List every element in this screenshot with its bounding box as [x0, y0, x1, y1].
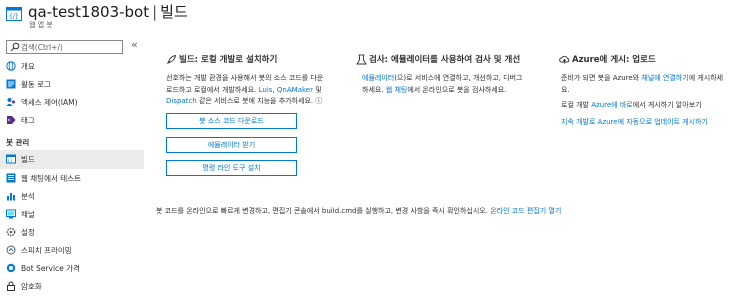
publish-to-azure-link[interactable]: Azure에 바로: [591, 101, 632, 109]
local-dev-text-2: 로드하고 로컬에서 개발하세요.: [166, 85, 257, 94]
sidebar-item-speech-priming[interactable]: 스피치 프라이밍: [0, 241, 144, 260]
resource-name: qa-test1803-bot: [28, 3, 150, 21]
test-title-text: 검사: 에뮬레이터를 사용하여 검사 및 개선: [369, 55, 521, 65]
sidebar-item-label: 설정: [21, 228, 35, 237]
test-card-title: 검사: 에뮬레이터를 사용하여 검사 및 개선: [356, 53, 520, 65]
local-dev-description: 선호하는 개발 환경을 사용해서 봇의 소스 코드를 다운 로드하고 로컬에서 …: [166, 73, 366, 108]
info-icon[interactable]: ⓘ: [315, 97, 322, 105]
sidebar-item-activity-log[interactable]: 활동 로그: [0, 75, 144, 94]
publish-learn-line: 로컬 개발 Azure에 바로에서 게시하기 알아보기: [561, 100, 702, 110]
page-title: qa-test1803-bot | 빌드: [28, 1, 188, 22]
blade-title: 빌드: [160, 3, 188, 21]
publish-text-1: 준비가 되면 봇을 Azure와: [561, 74, 640, 82]
settings-icon: [6, 227, 16, 237]
publish-card-title: Azure에 게시: 업로드: [559, 53, 656, 65]
section-title-bot-management: 봇 관리: [6, 138, 30, 147]
sidebar-item-label: 채널: [21, 210, 35, 219]
sidebar-item-tags[interactable]: 태그: [0, 111, 144, 130]
publish-line2-post: 에서 게시하기 알아보기: [632, 101, 702, 109]
publish-text-2: 에 게시하세: [688, 74, 724, 82]
tag-icon: [7, 116, 16, 124]
sidebar-item-iam[interactable]: 액세스 제어(IAM): [0, 93, 144, 112]
emulator-link[interactable]: 에뮬레이터: [362, 74, 394, 82]
test-tube-icon: [356, 54, 367, 65]
sidebar-item-pricing[interactable]: Bot Service 가격: [0, 259, 144, 278]
sidebar-item-label: 개요: [21, 62, 35, 71]
sidebar-item-encryption[interactable]: 암호화: [0, 277, 144, 296]
web-chat-icon: [6, 173, 16, 183]
sidebar-item-overview[interactable]: 개요: [0, 57, 144, 76]
sidebar-item-channels[interactable]: 채널: [0, 205, 144, 224]
page-header: {/} qa-test1803-bot | 빌드 웹 앱 봇: [0, 0, 743, 36]
analytics-icon: [7, 193, 15, 201]
sidebar-item-label: 활동 로그: [21, 80, 51, 89]
search-icon: [10, 42, 20, 52]
test-text-1: (으)로 서비스에 연결하고, 개선하고, 디버그: [394, 74, 523, 82]
sidebar-item-analytics[interactable]: 분석: [0, 187, 144, 206]
svg-text:{}: {}: [8, 158, 14, 163]
sidebar-item-label: 스피치 프라이밍: [21, 246, 72, 255]
title-separator: |: [152, 3, 158, 21]
search-placeholder: 검색(Ctrl+/): [21, 43, 63, 52]
test-text-2: 하세요.: [362, 85, 384, 94]
sidebar-item-label: 웹 채팅에서 테스트: [21, 174, 81, 183]
iam-icon: [6, 98, 15, 106]
sidebar-item-label: 태그: [21, 116, 35, 125]
sidebar-item-label: Bot Service 가격: [21, 264, 80, 273]
publish-title-text: Azure에 게시: 업로드: [572, 55, 656, 65]
sidebar: 검색(Ctrl+/) « 개요 활동 로그 액세스 제어(IAM) 태그 봇 관…: [0, 36, 144, 300]
qnamaker-link[interactable]: QnAMaker: [277, 86, 313, 94]
local-dev-card-title: 빌드: 로컬 개발로 설치하기: [166, 53, 277, 65]
sidebar-item-build[interactable]: {} 빌드: [0, 150, 144, 169]
sidebar-item-label: 분석: [21, 192, 35, 201]
sidebar-item-web-chat[interactable]: 웹 채팅에서 테스트: [0, 169, 144, 188]
pricing-icon: [6, 263, 16, 273]
test-description: 에뮬레이터(으)로 서비스에 연결하고, 개선하고, 디버그 하세요. 웹 채팅…: [362, 73, 542, 96]
lock-icon: [7, 281, 15, 291]
test-text-3: 에서 온라인으로 봇을 검사하세요.: [407, 85, 507, 94]
luis-link[interactable]: Luis: [259, 86, 273, 94]
resource-type: 웹 앱 봇: [29, 21, 53, 29]
speech-priming-icon: [6, 245, 16, 255]
local-dev-text-1: 선호하는 개발 환경을 사용해서 봇의 소스 코드를 다운: [166, 74, 324, 82]
main-content: 빌드: 로컬 개발로 설치하기 선호하는 개발 환경을 사용해서 봇의 소스 코…: [150, 36, 743, 300]
sidebar-item-label: 빌드: [21, 155, 35, 164]
svg-text:{/}: {/}: [9, 13, 19, 20]
sidebar-item-label: 암호화: [21, 282, 42, 291]
publish-description: 준비가 되면 봇을 Azure와 채널에 연결하기에 게시하세 요.: [561, 73, 743, 96]
publish-text-3: 요.: [561, 85, 570, 94]
globe-icon: [6, 61, 16, 71]
install-cli-tools-button[interactable]: 명령 라인 도구 설치: [166, 160, 297, 176]
local-dev-title-text: 빌드: 로컬 개발로 설치하기: [179, 55, 278, 65]
online-editor-text: 봇 코드를 온라인으로 빠르게 변경하고, 편집기 콘솔에서 build.cmd…: [156, 207, 488, 215]
connect-channels-link[interactable]: 채널에 연결하기: [641, 74, 688, 82]
rocket-icon: [167, 54, 177, 64]
publish-line2-pre: 로컬 개발: [561, 101, 589, 109]
comma-text: ,: [272, 85, 275, 94]
and-text: 및: [315, 85, 322, 94]
collapse-sidebar-button[interactable]: «: [131, 38, 138, 51]
download-source-code-button[interactable]: 봇 소스 코드 다운로드: [166, 113, 297, 129]
sidebar-item-settings[interactable]: 설정: [0, 223, 144, 242]
open-online-code-editor-link[interactable]: 온라인 코드 편집기 열기: [490, 207, 561, 215]
online-editor-line: 봇 코드를 온라인으로 빠르게 변경하고, 편집기 콘솔에서 build.cmd…: [156, 206, 561, 216]
dispatch-link[interactable]: Dispatch: [166, 97, 197, 105]
cloud-upload-icon: [559, 55, 570, 64]
activity-log-icon: [6, 79, 16, 89]
channels-icon: [6, 209, 16, 219]
get-emulator-button[interactable]: 에뮬레이터 받기: [166, 137, 297, 153]
search-input[interactable]: 검색(Ctrl+/): [6, 40, 123, 54]
web-chat-link[interactable]: 웹 채팅: [386, 86, 408, 94]
continuous-deployment-link[interactable]: 지속 개발로 Azure에 자동으로 업데이트 게시하기: [561, 117, 708, 127]
build-icon: {}: [6, 154, 16, 164]
sidebar-item-label: 액세스 제어(IAM): [21, 98, 78, 107]
bot-resource-icon: {/}: [6, 7, 22, 21]
local-dev-text-3: 같은 서비스로 봇에 지능을 추가하세요.: [198, 97, 314, 105]
